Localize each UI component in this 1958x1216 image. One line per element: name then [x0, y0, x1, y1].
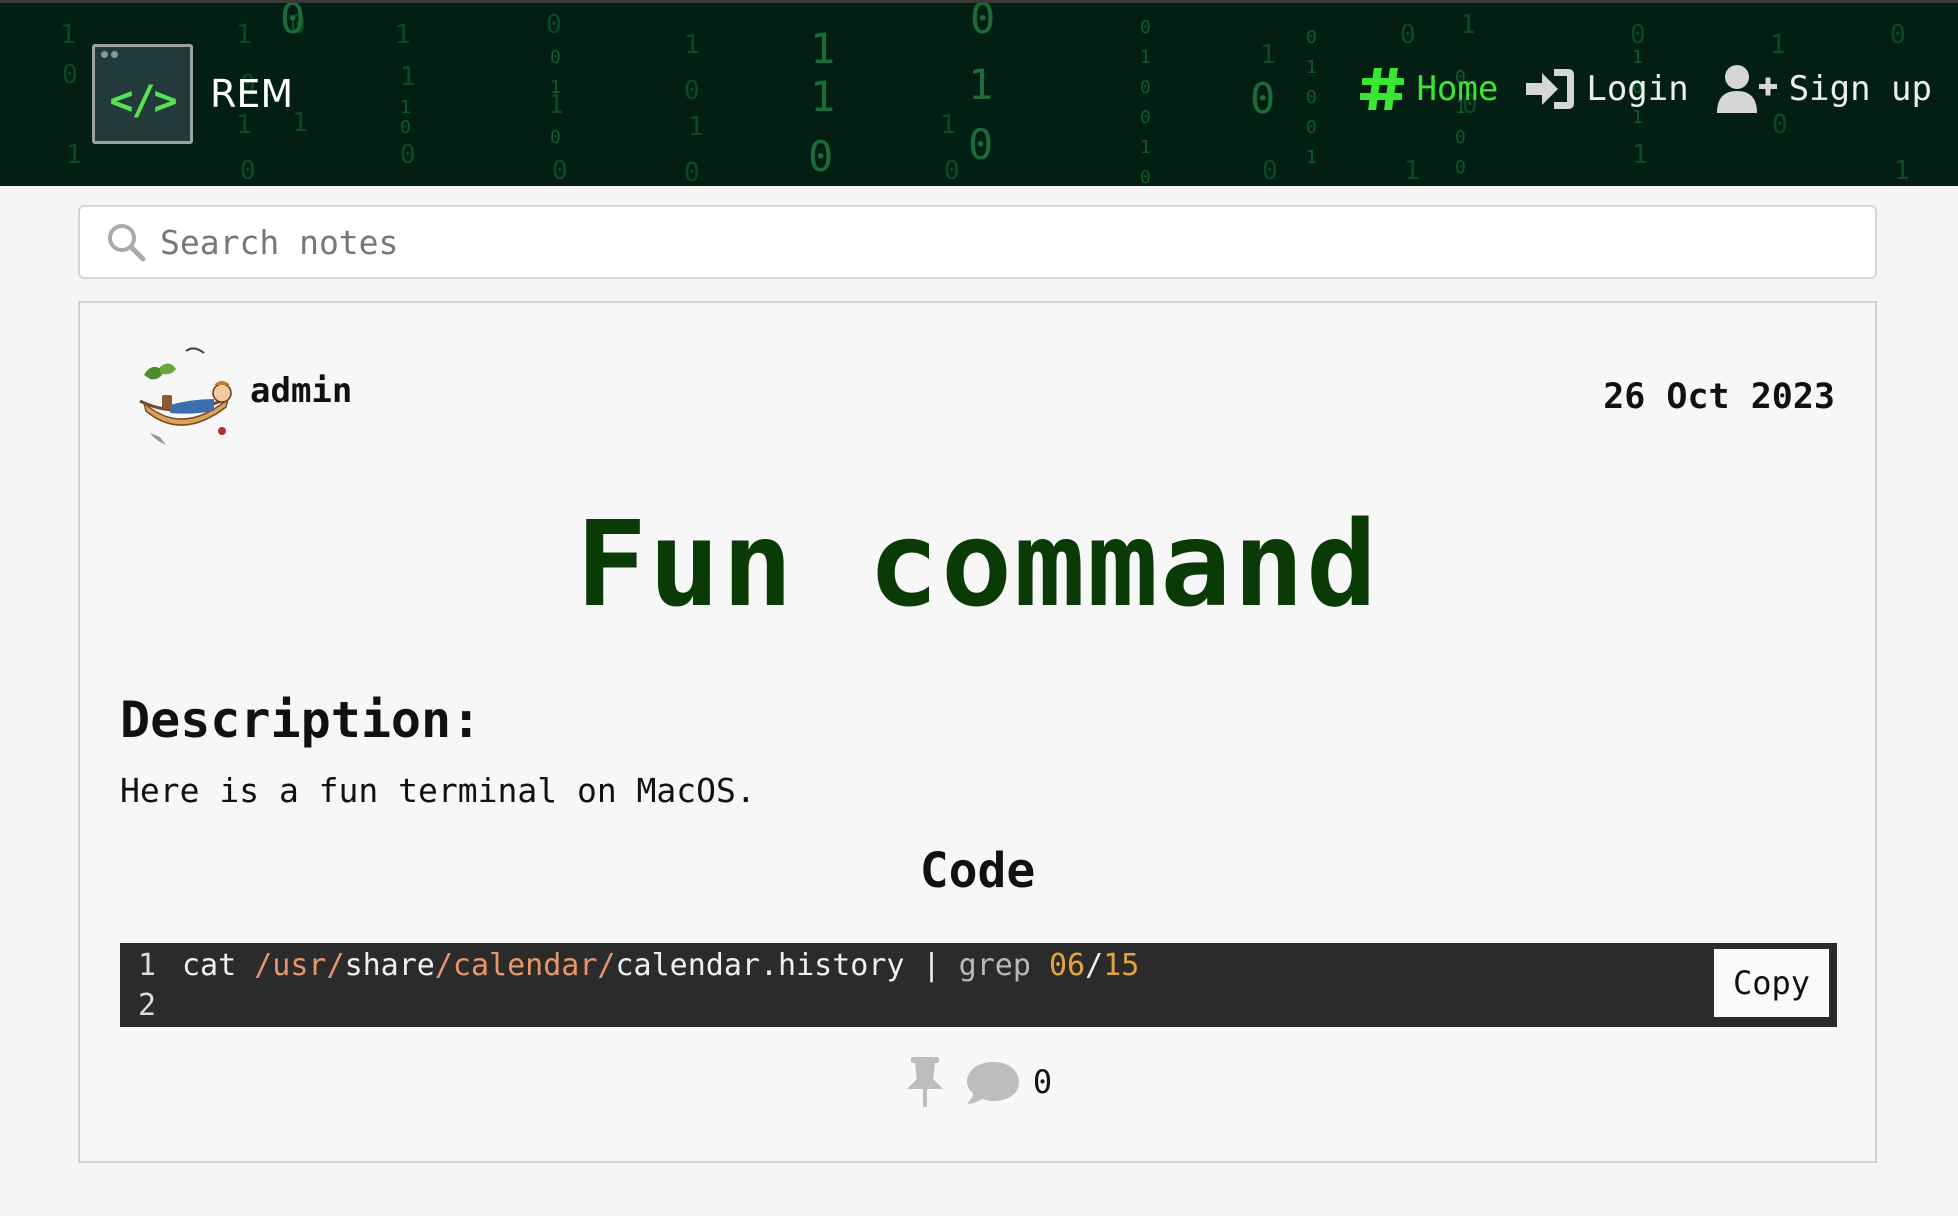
code-token: /calendar/	[434, 947, 616, 983]
hashtag-icon	[1360, 68, 1405, 110]
login-icon	[1526, 69, 1575, 109]
svg-text:0: 0	[1140, 167, 1151, 186]
nav-login-label: Login	[1586, 69, 1689, 109]
svg-text:1: 1	[688, 112, 704, 142]
svg-text:0: 0	[550, 47, 561, 68]
svg-text:1: 1	[1404, 156, 1420, 186]
svg-text:0: 0	[970, 3, 995, 43]
svg-text:1: 1	[1140, 47, 1151, 68]
header-navbar: 101 1010 01 110 010 1010 10 10 01 10 01 …	[0, 0, 1958, 186]
code-token: /	[1085, 947, 1104, 983]
comment-count: 0	[1032, 1063, 1053, 1101]
code-block[interactable]: 1 cat /usr/ share /calendar/ calendar.hi…	[120, 943, 1837, 1027]
logo-text: </>	[109, 78, 177, 124]
svg-text:1: 1	[1460, 10, 1476, 40]
svg-text:1: 1	[1306, 147, 1317, 168]
svg-text:0: 0	[1630, 20, 1646, 50]
svg-text:0: 0	[1140, 17, 1151, 38]
svg-text:1: 1	[940, 110, 956, 140]
svg-text:0: 0	[1306, 117, 1317, 138]
svg-text:0: 0	[280, 3, 305, 43]
logo-icon: </>	[92, 44, 193, 144]
code-token: 06	[1048, 947, 1086, 983]
svg-text:1: 1	[292, 108, 308, 138]
code-token: cat	[182, 947, 255, 983]
svg-text:0: 0	[1140, 107, 1151, 128]
svg-text:1: 1	[1632, 140, 1648, 170]
svg-text:1: 1	[1894, 156, 1910, 186]
description-heading: Description:	[120, 691, 482, 749]
brand-link[interactable]: </> REM	[92, 44, 293, 144]
author-info: admin	[130, 341, 352, 455]
line-number: 2	[137, 987, 156, 1023]
svg-text:0: 0	[550, 127, 561, 148]
svg-text:0: 0	[240, 156, 256, 186]
svg-text:1: 1	[400, 62, 416, 92]
svg-text:1: 1	[400, 97, 411, 118]
svg-text:0: 0	[1890, 20, 1906, 50]
svg-text:0: 0	[1400, 20, 1416, 50]
svg-text:0: 0	[552, 156, 568, 186]
nav-signup[interactable]: Sign up	[1715, 63, 1932, 115]
svg-text:1: 1	[684, 30, 700, 60]
svg-text:1: 1	[810, 24, 835, 73]
svg-text:1: 1	[1140, 137, 1151, 158]
code-token: calendar.history |	[615, 947, 959, 983]
svg-text:0: 0	[1455, 157, 1466, 178]
code-token: grep	[958, 947, 1049, 983]
svg-text:0: 0	[1306, 27, 1317, 48]
code-token: 15	[1103, 947, 1140, 983]
note-title: Fun command	[575, 495, 1380, 633]
code-token: share	[344, 947, 435, 983]
code-line: 2	[120, 985, 182, 1025]
svg-text:0: 0	[1140, 77, 1151, 98]
nav-login[interactable]: Login	[1524, 66, 1689, 112]
svg-text:0: 0	[1250, 74, 1275, 123]
svg-text:0: 0	[1306, 87, 1317, 108]
svg-text:0: 0	[684, 76, 700, 106]
brand-name: REM	[210, 72, 294, 116]
user-plus-icon	[1716, 65, 1777, 113]
svg-text:1: 1	[395, 20, 411, 50]
line-number: 1	[137, 947, 156, 983]
svg-text:1: 1	[810, 72, 835, 121]
svg-text:0: 0	[1262, 156, 1278, 186]
nav-home[interactable]: Home	[1360, 66, 1498, 112]
svg-text:1: 1	[60, 20, 76, 50]
main-nav: Home Login Sign up	[1360, 63, 1932, 115]
svg-text:1: 1	[1306, 57, 1317, 78]
note-card: admin 26 Oct 2023 Fun command Descriptio…	[78, 301, 1877, 1163]
svg-text:0: 0	[400, 140, 416, 170]
svg-text:0: 0	[968, 120, 993, 169]
svg-text:1: 1	[66, 140, 82, 170]
comment-icon[interactable]	[965, 1058, 1021, 1106]
search-icon	[108, 224, 146, 262]
search-input[interactable]	[160, 222, 1760, 262]
note-actions: 0	[80, 1055, 1875, 1109]
pin-icon[interactable]	[903, 1055, 947, 1109]
svg-text:0: 0	[546, 10, 562, 40]
avatar[interactable]	[130, 341, 244, 455]
svg-text:0: 0	[808, 132, 833, 181]
nav-home-label: Home	[1416, 69, 1499, 109]
svg-text:1: 1	[1770, 30, 1786, 60]
svg-text:0: 0	[1455, 127, 1466, 148]
svg-text:0: 0	[684, 158, 700, 186]
code-heading: Code	[919, 843, 1036, 899]
svg-text:0: 0	[400, 117, 411, 138]
nav-signup-label: Sign up	[1788, 69, 1932, 109]
code-line: 1 cat /usr/ share /calendar/ calendar.hi…	[120, 945, 1139, 985]
svg-text:0: 0	[944, 156, 960, 186]
code-token: /usr/	[254, 947, 345, 983]
author-name[interactable]: admin	[250, 371, 352, 411]
note-date: 26 Oct 2023	[1603, 377, 1835, 417]
svg-text:1: 1	[968, 60, 993, 109]
description-text: Here is a fun terminal on MacOS.	[120, 771, 756, 810]
svg-text:0: 0	[62, 60, 78, 90]
copy-button[interactable]: Copy	[1714, 949, 1829, 1017]
svg-text:1: 1	[550, 77, 561, 98]
search-bar	[78, 205, 1877, 279]
svg-text:1: 1	[1260, 40, 1276, 70]
